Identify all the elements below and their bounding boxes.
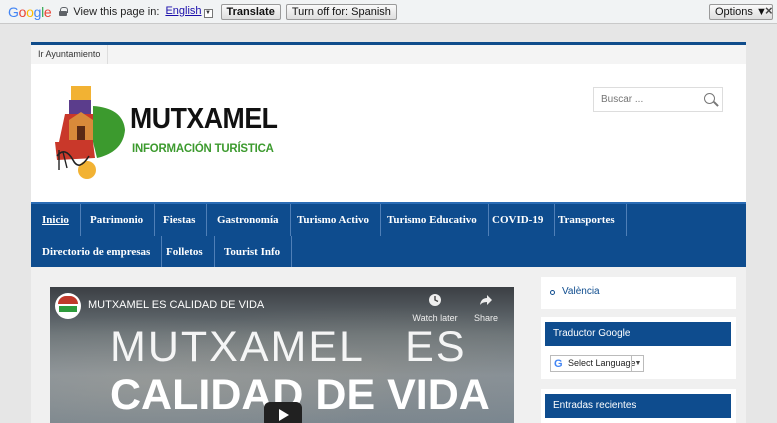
- nav-item-gastronomia[interactable]: Gastronomía: [206, 204, 291, 236]
- nav-item-directorio[interactable]: Directorio de empresas: [31, 236, 163, 268]
- bullet-icon: [550, 290, 555, 295]
- translator-widget-title: Traductor Google: [545, 322, 731, 346]
- nav-item-folletos[interactable]: Folletos: [155, 236, 215, 268]
- search-input[interactable]: [594, 88, 699, 111]
- page-container: Ir Ayuntamiento MUTXAMEL INFORMACIÓN TUR…: [31, 42, 746, 423]
- search-icon[interactable]: [704, 93, 715, 104]
- select-language-dropdown[interactable]: G Select Language ▼: [550, 355, 644, 372]
- search-box: [593, 87, 723, 112]
- site-title: MUTXAMEL: [130, 103, 278, 135]
- share-button[interactable]: Share: [468, 293, 504, 323]
- channel-avatar-bottom: [59, 306, 77, 312]
- watch-later-label: Watch later: [412, 313, 458, 323]
- share-label: Share: [473, 313, 499, 323]
- nav-item-turismo-activo[interactable]: Turismo Activo: [286, 204, 382, 236]
- channel-avatar[interactable]: [55, 293, 81, 319]
- options-button[interactable]: Options ▼: [709, 4, 773, 20]
- ayuntamiento-link[interactable]: Ir Ayuntamiento: [31, 45, 109, 64]
- nav-item-covid[interactable]: COVID-19: [481, 204, 556, 236]
- lock-icon: [59, 7, 69, 16]
- chevron-down-icon: ▼: [203, 9, 213, 18]
- channel-avatar-top: [58, 296, 78, 304]
- translator-widget: Traductor Google G Select Language ▼: [541, 317, 736, 379]
- language-select[interactable]: English ▼: [165, 5, 213, 18]
- nav-item-transportes[interactable]: Transportes: [547, 204, 627, 236]
- translate-button[interactable]: Translate: [220, 3, 281, 20]
- translate-label: View this page in:: [73, 5, 160, 18]
- main-navigation: Inicio Patrimonio Fiestas Gastronomía Tu…: [31, 202, 746, 268]
- nav-item-fiestas[interactable]: Fiestas: [152, 204, 208, 236]
- google-g-icon: G: [554, 358, 563, 370]
- sidebar-link-valencia[interactable]: València: [562, 286, 600, 297]
- sidebar-links-widget: València: [541, 277, 736, 309]
- site-logo[interactable]: MUTXAMEL INFORMACIÓN TURÍSTICA: [53, 86, 303, 182]
- nav-item-tourist-info[interactable]: Tourist Info: [213, 236, 293, 268]
- close-icon[interactable]: ×: [765, 4, 773, 18]
- content-area: MUTXAMEL ES CALIDAD DE VIDA Watch later …: [31, 267, 746, 423]
- video-title[interactable]: MUTXAMEL ES CALIDAD DE VIDA: [88, 299, 264, 311]
- nav-item-patrimonio[interactable]: Patrimonio: [79, 204, 156, 236]
- share-icon: [480, 295, 492, 305]
- recent-posts-widget: Entradas recientes: [541, 389, 736, 423]
- select-language-label: Select Language: [568, 358, 636, 368]
- top-bar: Ir Ayuntamiento: [31, 42, 746, 64]
- google-logo: Google: [8, 3, 52, 20]
- clock-icon: [429, 294, 441, 306]
- site-subtitle: INFORMACIÓN TURÍSTICA: [132, 141, 274, 155]
- language-select-value: English: [165, 5, 202, 17]
- chevron-down-icon: ▼: [631, 356, 644, 371]
- youtube-video-player[interactable]: MUTXAMEL ES CALIDAD DE VIDA Watch later …: [50, 287, 514, 423]
- nav-item-inicio[interactable]: Inicio: [31, 204, 81, 236]
- nav-item-turismo-educativo[interactable]: Turismo Educativo: [376, 204, 489, 236]
- video-overlay-line1: MUTXAMEL ES: [110, 323, 467, 371]
- turn-off-button[interactable]: Turn off for: Spanish: [285, 3, 397, 20]
- watch-later-button[interactable]: Watch later: [410, 293, 460, 323]
- recent-posts-title: Entradas recientes: [545, 394, 731, 418]
- play-button-icon[interactable]: [264, 402, 302, 423]
- logo-emblem-icon: [55, 86, 125, 179]
- google-translate-bar: Google View this page in: English ▼ Trans…: [0, 0, 777, 24]
